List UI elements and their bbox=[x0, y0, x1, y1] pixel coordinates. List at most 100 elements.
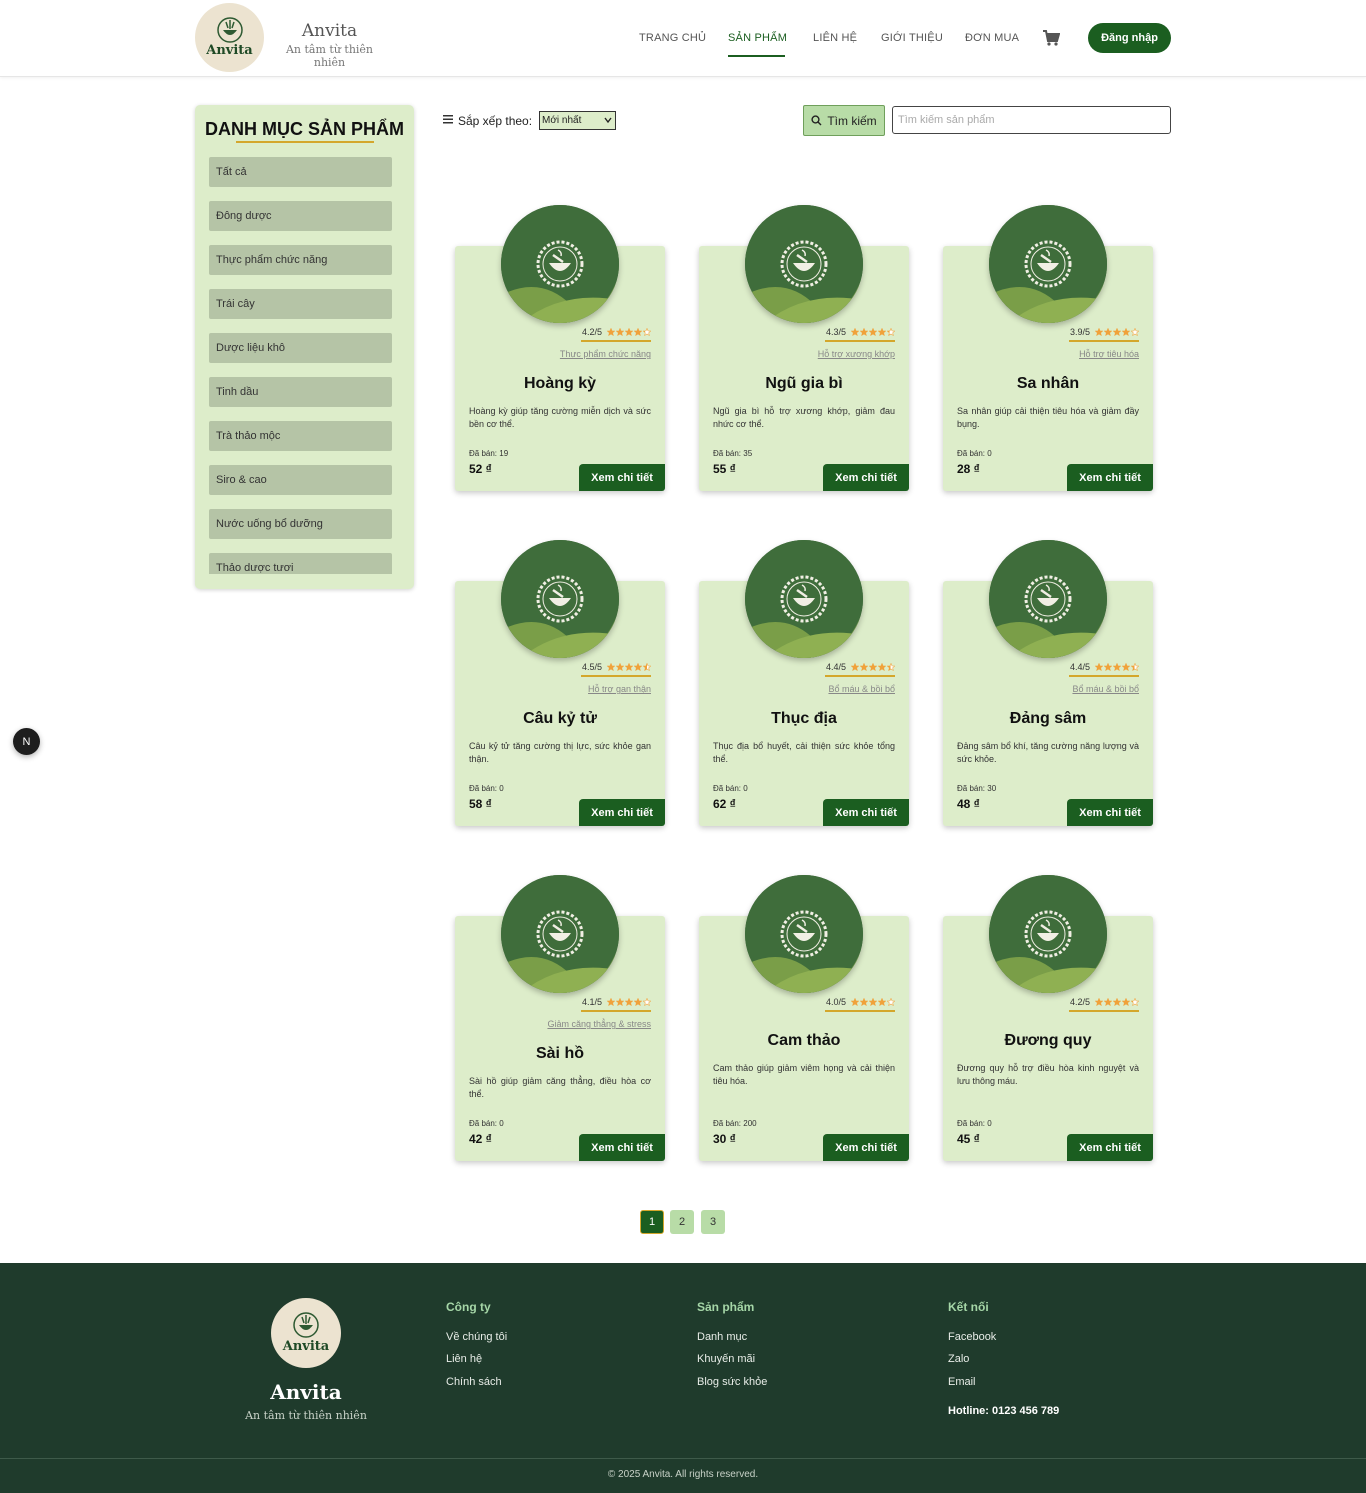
star-icon bbox=[851, 998, 859, 1006]
nav-products[interactable]: SẢN PHẨM bbox=[728, 32, 787, 44]
star-icon bbox=[1104, 328, 1112, 336]
sort-lines-icon bbox=[443, 115, 453, 124]
product-card[interactable]: 4.5/5 Hỗ trợ gan thận Câu kỷ tử Câu kỷ tử t… bbox=[455, 540, 665, 826]
star-icon bbox=[607, 328, 615, 336]
category-item-all[interactable]: Tất cả bbox=[209, 157, 392, 187]
product-image[interactable] bbox=[745, 205, 863, 323]
nav-about[interactable]: GIỚI THIỆU bbox=[881, 32, 943, 44]
star-icon bbox=[878, 998, 886, 1006]
product-card[interactable]: 4.2/5 Thực phẩm chức năng Hoàng kỳ Hoàng kỳ… bbox=[455, 205, 665, 491]
product-image[interactable] bbox=[745, 875, 863, 993]
rating-stars bbox=[1095, 663, 1139, 671]
star-icon bbox=[878, 663, 886, 671]
category-item-dong-duoc[interactable]: Đông dược bbox=[209, 201, 392, 231]
product-image[interactable] bbox=[989, 875, 1107, 993]
page-button-3[interactable]: 3 bbox=[701, 1210, 725, 1234]
nav-contact[interactable]: LIÊN HỆ bbox=[813, 32, 857, 44]
rating-value: 4.5/5 bbox=[581, 662, 602, 672]
product-category-link[interactable]: Bổ máu & bồi bổ bbox=[1072, 684, 1139, 694]
footer-link-about[interactable]: Về chúng tôi bbox=[446, 1331, 507, 1343]
footer-link-contact[interactable]: Liên hệ bbox=[446, 1353, 482, 1365]
page-button-2[interactable]: 2 bbox=[670, 1210, 694, 1234]
product-price: 45 ₫ bbox=[957, 1132, 980, 1146]
login-button[interactable]: Đăng nhập bbox=[1088, 23, 1171, 53]
page-button-1[interactable]: 1 bbox=[640, 1210, 664, 1234]
category-item-fruit[interactable]: Trái cây bbox=[209, 289, 392, 319]
footer-link-blog[interactable]: Blog sức khỏe bbox=[697, 1376, 767, 1388]
view-details-button[interactable]: Xem chi tiết bbox=[579, 1134, 665, 1161]
sort-select[interactable]: Mới nhất bbox=[539, 111, 616, 130]
product-image[interactable] bbox=[745, 540, 863, 658]
product-category-link[interactable]: Hỗ trợ gan thận bbox=[588, 684, 651, 694]
category-item-fresh-herbs[interactable]: Thảo dược tươi bbox=[209, 553, 392, 574]
footer-link-policy[interactable]: Chính sách bbox=[446, 1376, 502, 1388]
view-details-button[interactable]: Xem chi tiết bbox=[823, 464, 909, 491]
product-card[interactable]: 4.0/5 Cam thảo Cam thảo giúp giảm viêm họn… bbox=[699, 875, 909, 1161]
category-list[interactable]: Tất cả Đông dược Thực phẩm chức năng Trá… bbox=[209, 157, 392, 574]
star-icon bbox=[860, 328, 868, 336]
view-details-button[interactable]: Xem chi tiết bbox=[823, 1134, 909, 1161]
logo-word: Anvita bbox=[206, 42, 253, 58]
product-image[interactable] bbox=[501, 205, 619, 323]
footer-link-facebook[interactable]: Facebook bbox=[948, 1331, 996, 1343]
rating-stars bbox=[1095, 998, 1139, 1006]
product-image[interactable] bbox=[501, 875, 619, 993]
product-card[interactable]: 4.3/5 Hỗ trợ xương khớp Ngũ gia bì Ngũ gia … bbox=[699, 205, 909, 491]
view-details-button[interactable]: Xem chi tiết bbox=[823, 799, 909, 826]
rating-underline bbox=[1069, 675, 1139, 677]
footer-link-promotions[interactable]: Khuyến mãi bbox=[697, 1353, 755, 1365]
footer-link-categories[interactable]: Danh mục bbox=[697, 1331, 747, 1343]
rating-underline bbox=[581, 1010, 651, 1012]
shopping-cart-icon[interactable] bbox=[1042, 29, 1060, 47]
product-name: Sài hồ bbox=[535, 1045, 584, 1062]
rating-stars bbox=[607, 328, 651, 336]
category-item-essential-oil[interactable]: Tinh dầu bbox=[209, 377, 392, 407]
product-name: Ngũ gia bì bbox=[765, 375, 843, 392]
product-category-link[interactable]: Thực phẩm chức năng bbox=[560, 349, 651, 359]
footer-link-zalo[interactable]: Zalo bbox=[948, 1353, 969, 1365]
star-icon bbox=[625, 328, 633, 336]
product-image[interactable] bbox=[989, 540, 1107, 658]
product-category-link[interactable]: Hỗ trợ tiêu hóa bbox=[1079, 349, 1139, 359]
product-description: Ngũ gia bì hỗ trợ xương khớp, giảm đau n… bbox=[713, 406, 895, 429]
product-name: Sa nhân bbox=[1016, 375, 1080, 392]
product-price: 30 ₫ bbox=[713, 1132, 736, 1146]
category-item-herbal-tea[interactable]: Trà thảo mộc bbox=[209, 421, 392, 451]
sidebar-title-underline bbox=[236, 141, 374, 143]
footer-copyright: © 2025 Anvita. All rights reserved. bbox=[607, 1469, 759, 1480]
footer-link-email[interactable]: Email bbox=[948, 1376, 976, 1388]
product-price: 48 ₫ bbox=[957, 797, 980, 811]
view-details-button[interactable]: Xem chi tiết bbox=[579, 464, 665, 491]
product-image[interactable] bbox=[501, 540, 619, 658]
category-item-dried-herbs[interactable]: Dược liệu khô bbox=[209, 333, 392, 363]
view-details-button[interactable]: Xem chi tiết bbox=[579, 799, 665, 826]
view-details-button[interactable]: Xem chi tiết bbox=[1067, 1134, 1153, 1161]
site-logo[interactable]: Anvita bbox=[195, 3, 264, 72]
product-card[interactable]: 4.4/5 Bổ máu & bồi bổ Thục địa Thục địa bổ … bbox=[699, 540, 909, 826]
product-card[interactable]: 4.4/5 Bổ máu & bồi bổ Đảng sâm Đảng sâm bổ … bbox=[943, 540, 1153, 826]
nav-orders[interactable]: ĐƠN MUA bbox=[965, 32, 1019, 44]
search-button[interactable]: Tìm kiếm bbox=[803, 105, 885, 136]
product-card[interactable]: 3.9/5 Hỗ trợ tiêu hóa Sa nhân Sa nhân giúp … bbox=[943, 205, 1153, 491]
category-item-functional-food[interactable]: Thực phẩm chức năng bbox=[209, 245, 392, 275]
product-category-link[interactable]: Giảm căng thẳng & stress bbox=[547, 1019, 651, 1029]
product-name: Thục địa bbox=[771, 710, 837, 727]
product-card[interactable]: 4.1/5 Giảm căng thẳng & stress Sài hồ Sài h… bbox=[455, 875, 665, 1161]
product-image[interactable] bbox=[989, 205, 1107, 323]
star-icon bbox=[1131, 663, 1139, 671]
category-item-tonic-drink[interactable]: Nước uống bổ dưỡng bbox=[209, 509, 392, 539]
footer-hotline: Hotline: 0123 456 789 bbox=[948, 1405, 1060, 1417]
product-card[interactable]: 4.2/5 Đương quy Đương quy hỗ trợ điều hòa … bbox=[943, 875, 1153, 1161]
floating-dev-badge[interactable]: N bbox=[13, 728, 40, 755]
search-input[interactable] bbox=[892, 106, 1171, 134]
star-icon bbox=[1122, 328, 1130, 336]
footer-logo[interactable]: Anvita bbox=[271, 1298, 341, 1368]
product-description: Sài hồ giúp giảm căng thẳng, điều hòa cơ… bbox=[469, 1076, 651, 1099]
product-category-link[interactable]: Bổ máu & bồi bổ bbox=[828, 684, 895, 694]
nav-home[interactable]: TRANG CHỦ bbox=[639, 32, 706, 44]
view-details-button[interactable]: Xem chi tiết bbox=[1067, 464, 1153, 491]
view-details-button[interactable]: Xem chi tiết bbox=[1067, 799, 1153, 826]
product-rating: 4.4/5 bbox=[1070, 662, 1139, 672]
category-item-syrup[interactable]: Siro & cao bbox=[209, 465, 392, 495]
product-category-link[interactable]: Hỗ trợ xương khớp bbox=[818, 349, 895, 359]
